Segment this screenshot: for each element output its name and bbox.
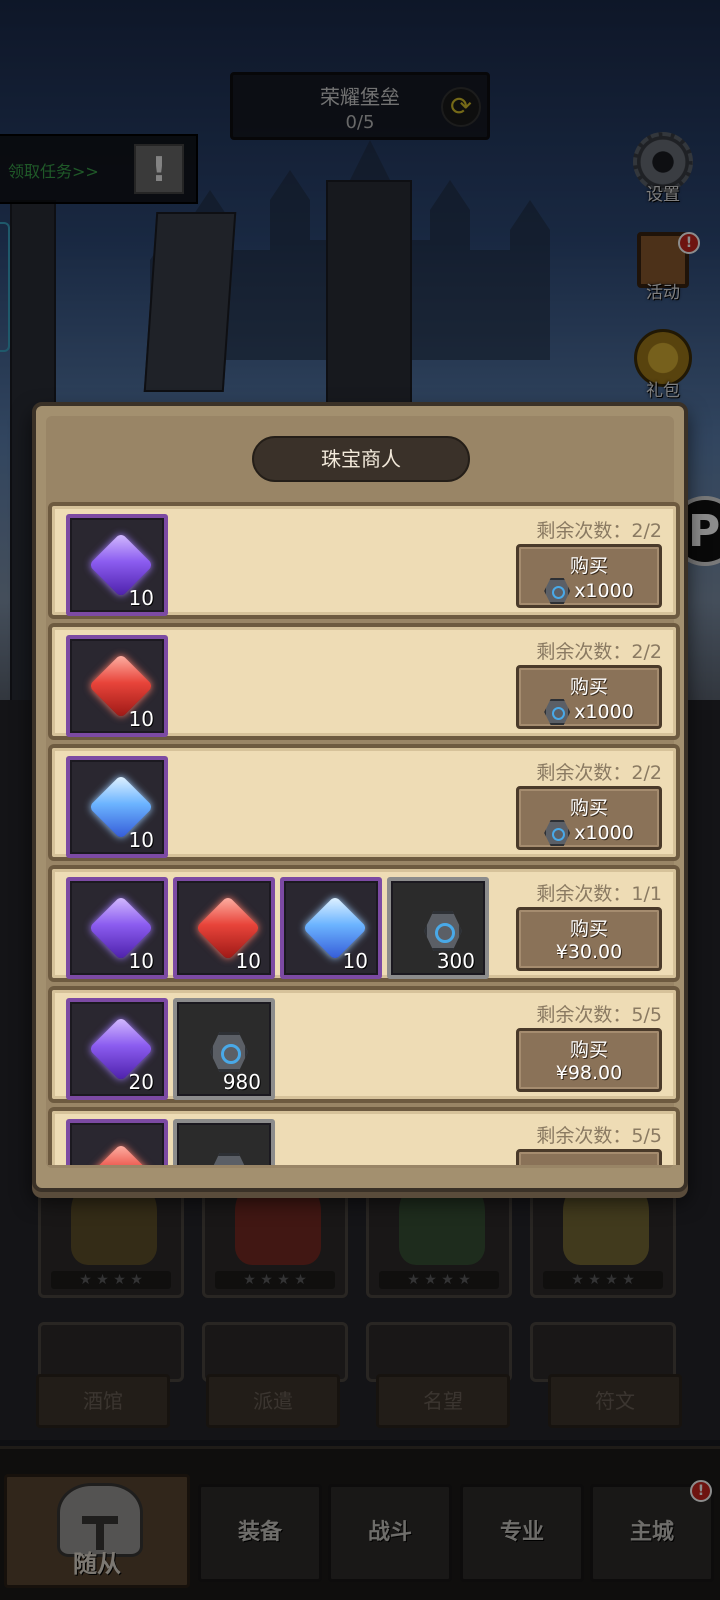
item-quantity: 10 xyxy=(342,949,368,973)
buy-button[interactable]: 购买 x1000 xyxy=(516,665,662,729)
coin-icon xyxy=(544,578,571,604)
price: ¥30.00 xyxy=(555,941,623,963)
offer-row: 10 剩余次数：2/2 购买 x1000 xyxy=(48,744,680,861)
offer-row: 20 980 剩余次数：5/5 购买 ¥98.00 xyxy=(48,986,680,1103)
offer-row: 10 10 10 300 剩余次数：1/1 购买 ¥30.00 xyxy=(48,865,680,982)
buy-label: 购买 xyxy=(569,918,608,940)
coin-icon xyxy=(544,699,571,725)
buy-label: 购买 xyxy=(569,1039,608,1061)
buy-label: 购买 xyxy=(569,676,608,698)
remaining-count: 剩余次数：1/1 xyxy=(536,883,662,905)
offer-row: 剩余次数：5/5 xyxy=(48,1107,680,1165)
item-quantity: 20 xyxy=(128,1070,154,1094)
price: x1000 xyxy=(519,820,659,846)
item-slot[interactable] xyxy=(173,1119,275,1165)
item-slot[interactable]: 980 xyxy=(173,998,275,1100)
price: x1000 xyxy=(519,578,659,604)
item-quantity: 10 xyxy=(128,707,154,731)
item-quantity: 10 xyxy=(235,949,261,973)
item-quantity: 980 xyxy=(222,1070,261,1094)
offer-row: 10 剩余次数：2/2 购买 x1000 xyxy=(48,623,680,740)
price: x1000 xyxy=(519,699,659,725)
buy-button[interactable] xyxy=(516,1149,662,1165)
offer-list[interactable]: 10 剩余次数：2/2 购买 x1000 10 剩余次数：2/2 购买 x100… xyxy=(48,502,680,1165)
item-slot[interactable]: 20 xyxy=(66,998,168,1100)
item-quantity: 10 xyxy=(128,949,154,973)
coin-icon xyxy=(424,911,462,951)
coin-icon xyxy=(544,820,571,846)
item-slot[interactable] xyxy=(66,1119,168,1165)
item-slot[interactable]: 10 xyxy=(173,877,275,979)
remaining-count: 剩余次数：5/5 xyxy=(536,1004,662,1026)
item-slot[interactable]: 10 xyxy=(66,514,168,616)
coin-icon xyxy=(210,1032,248,1072)
buy-button[interactable]: 购买 x1000 xyxy=(516,544,662,608)
item-quantity: 10 xyxy=(128,828,154,852)
buy-label: 购买 xyxy=(569,555,608,577)
modal-title: 珠宝商人 xyxy=(252,436,470,482)
item-quantity: 300 xyxy=(436,949,475,973)
item-slot[interactable]: 300 xyxy=(387,877,489,979)
item-slot[interactable]: 10 xyxy=(66,756,168,858)
remaining-count: 剩余次数：2/2 xyxy=(536,520,662,542)
buy-label: 购买 xyxy=(569,797,608,819)
coin-icon xyxy=(210,1153,248,1165)
offer-row: 10 剩余次数：2/2 购买 x1000 xyxy=(48,502,680,619)
remaining-count: 剩余次数：5/5 xyxy=(536,1125,662,1147)
item-slot[interactable]: 10 xyxy=(280,877,382,979)
gem-icon xyxy=(88,1143,154,1165)
remaining-count: 剩余次数：2/2 xyxy=(536,641,662,663)
price: ¥98.00 xyxy=(555,1062,623,1084)
buy-button[interactable]: 购买 x1000 xyxy=(516,786,662,850)
remaining-count: 剩余次数：2/2 xyxy=(536,762,662,784)
buy-button[interactable]: 购买 ¥30.00 xyxy=(516,907,662,971)
item-quantity: 10 xyxy=(128,586,154,610)
item-slot[interactable]: 10 xyxy=(66,877,168,979)
jeweler-shop-modal: 珠宝商人 10 剩余次数：2/2 购买 x1000 10 剩余次数：2/2 购买… xyxy=(32,402,688,1192)
buy-button[interactable]: 购买 ¥98.00 xyxy=(516,1028,662,1092)
item-slot[interactable]: 10 xyxy=(66,635,168,737)
